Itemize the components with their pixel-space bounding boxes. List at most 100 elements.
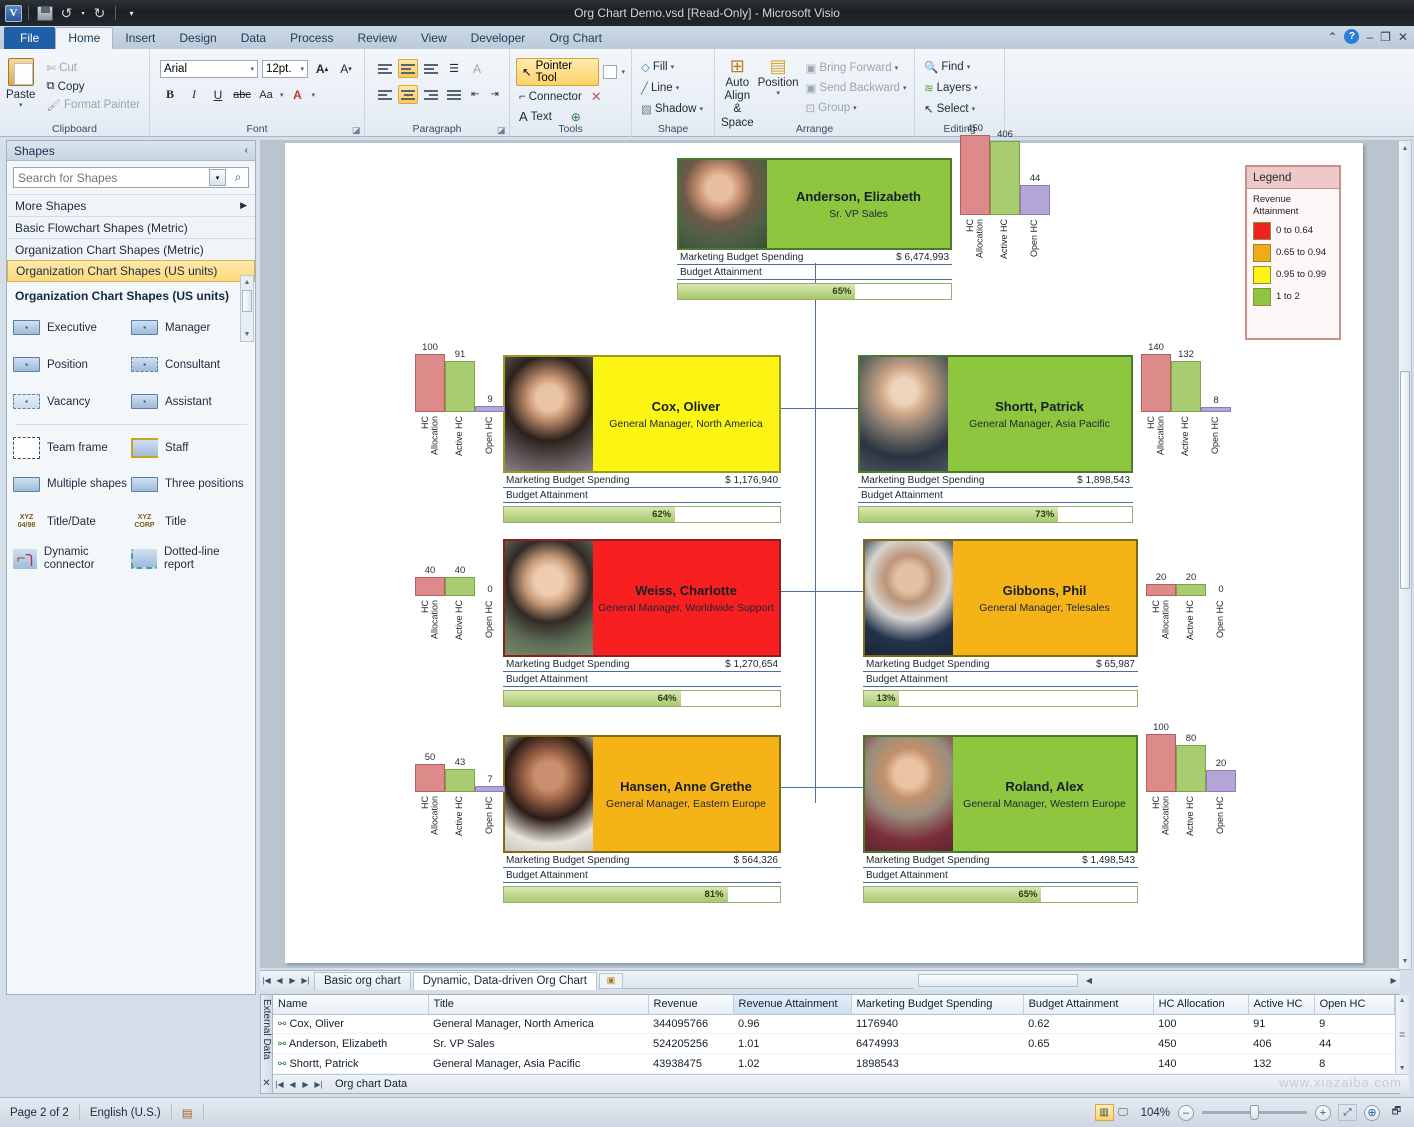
chevron-down-icon[interactable]: ▾ — [621, 68, 625, 76]
page-tabs-bar[interactable]: |◀ ◀ ▶ ▶| Basic org chart Dynamic, Data-… — [260, 970, 1400, 990]
external-data-tab[interactable]: External Data ✕ — [261, 995, 273, 1093]
chevron-down-icon[interactable]: ▾ — [974, 84, 978, 92]
ribbon-tabs[interactable]: File Home Insert Design Data Process Rev… — [0, 26, 1414, 49]
stencil-org-chart-us-units[interactable]: Organization Chart Shapes (US units) — [7, 260, 255, 282]
font-size-select[interactable]: 12pt. ▾ — [262, 60, 308, 78]
col-header-title[interactable]: Title — [428, 995, 648, 1014]
page-tab-basic-org-chart[interactable]: Basic org chart — [314, 972, 411, 990]
shape-staff[interactable]: Staff — [131, 429, 249, 466]
format-painter-button[interactable]: 🖌 Format Painter — [43, 97, 143, 113]
external-data-panel[interactable]: External Data ✕ Name Title Revenue Reven… — [260, 994, 1400, 1094]
tab-review[interactable]: Review — [345, 28, 408, 49]
window-icon[interactable]: 🗗 — [1387, 1104, 1406, 1121]
col-header-active-hc[interactable]: Active HC — [1248, 995, 1314, 1014]
chevron-down-icon[interactable]: ▾ — [671, 63, 675, 71]
scroll-left-icon[interactable]: ◀ — [1082, 976, 1095, 985]
table-row[interactable]: ⚯ Anderson, Elizabeth Sr. VP Sales 52420… — [273, 1034, 1394, 1054]
data-sheet-tab[interactable]: Org chart Data — [325, 1078, 417, 1090]
tab-org-chart[interactable]: Org Chart — [537, 28, 614, 49]
org-node-anderson[interactable]: Anderson, Elizabeth Sr. VP Sales Marketi… — [677, 158, 952, 300]
legend[interactable]: Legend Revenue Attainment 0 to 0.64 0.65… — [1245, 165, 1341, 340]
scroll-down-icon[interactable]: ▼ — [241, 328, 253, 341]
shape-manager[interactable]: ▪ Manager — [131, 309, 249, 346]
tab-process[interactable]: Process — [278, 28, 345, 49]
line-button[interactable]: ╱ Line ▾ — [638, 80, 708, 96]
view-normal-icon[interactable]: ▥ — [1095, 1104, 1114, 1121]
org-node-card[interactable]: Shortt, Patrick General Manager, Asia Pa… — [858, 355, 1133, 473]
align-right-button[interactable] — [421, 85, 441, 104]
window-controls[interactable]: ⌃ ? – ❐ ✕ — [1327, 29, 1408, 44]
macro-icon[interactable]: ▤ — [172, 1104, 204, 1121]
connection-point-icon[interactable]: ⊕ — [571, 110, 581, 124]
fit-page-icon[interactable]: ⤢ — [1338, 1104, 1357, 1121]
chevron-down-icon[interactable]: ▾ — [967, 63, 971, 71]
pan-zoom-icon[interactable]: ⊕ — [1364, 1105, 1380, 1121]
chevron-down-icon[interactable]: ▾ — [853, 104, 857, 112]
align-left-button[interactable] — [375, 85, 395, 104]
scroll-down-icon[interactable]: ▼ — [1399, 1065, 1406, 1072]
chevron-down-icon[interactable]: ▾ — [903, 84, 907, 92]
align-top-button[interactable] — [375, 59, 395, 78]
copy-button[interactable]: ⧉ Copy — [43, 79, 143, 94]
text-effects-button[interactable]: A — [467, 59, 487, 78]
status-language[interactable]: English (U.S.) — [80, 1104, 172, 1121]
org-node-card[interactable]: Roland, Alex General Manager, Western Eu… — [863, 735, 1138, 853]
table-row[interactable]: ⚯ Shortt, Patrick General Manager, Asia … — [273, 1054, 1394, 1074]
shape-dynamic-connector[interactable]: ⌐ך Dynamic connector — [13, 540, 131, 577]
delete-icon[interactable]: ✕ — [591, 89, 602, 105]
scrollbar-thumb[interactable]: ≣ — [1399, 1030, 1406, 1039]
last-page-icon[interactable]: ▶| — [299, 976, 312, 985]
pointer-tool-button[interactable]: ↖ Pointer Tool — [516, 58, 599, 86]
col-header-revenue[interactable]: Revenue — [648, 995, 733, 1014]
shape-consultant[interactable]: ▪ Consultant — [131, 346, 249, 383]
shape-three-positions[interactable]: Three positions — [131, 466, 249, 503]
org-node-roland[interactable]: Roland, Alex General Manager, Western Eu… — [863, 735, 1138, 903]
strikethrough-button[interactable]: abc — [232, 85, 252, 104]
shape-position[interactable]: ▪ Position — [13, 346, 131, 383]
external-data-grid[interactable]: Name Title Revenue Revenue Attainment Ma… — [273, 995, 1395, 1074]
group-button[interactable]: ⊡ Group ▾ — [803, 100, 910, 116]
last-record-icon[interactable]: ▶| — [312, 1080, 325, 1089]
shape-title-date[interactable]: XYZ 04/98 Title/Date — [13, 503, 131, 540]
zoom-slider[interactable] — [1202, 1111, 1307, 1114]
col-header-hc-allocation[interactable]: HC Allocation — [1153, 995, 1248, 1014]
shape-assistant[interactable]: ▪ Assistant — [131, 383, 249, 420]
decrease-indent-button[interactable]: ⇤ — [467, 85, 484, 104]
tab-file[interactable]: File — [4, 27, 55, 49]
tab-data[interactable]: Data — [229, 28, 278, 49]
chevron-right-icon[interactable]: ▶ — [240, 200, 247, 211]
grid-footer[interactable]: |◀ ◀ ▶ ▶| Org chart Data — [273, 1074, 1409, 1093]
shape-title[interactable]: XYZ CORP Title — [131, 503, 249, 540]
restore-icon[interactable]: ❐ — [1380, 30, 1391, 44]
send-backward-button[interactable]: ▣ Send Backward ▾ — [803, 80, 910, 96]
presentation-icon[interactable]: 🖵 — [1114, 1104, 1133, 1121]
org-node-hansen[interactable]: Hansen, Anne Grethe General Manager, Eas… — [503, 735, 781, 903]
search-input[interactable] — [14, 171, 209, 185]
scroll-up-icon[interactable]: ▲ — [1399, 142, 1411, 155]
bold-button[interactable]: B — [160, 85, 180, 104]
align-center-button[interactable] — [398, 85, 418, 104]
increase-indent-button[interactable]: ⇥ — [487, 85, 504, 104]
col-header-name[interactable]: Name — [273, 995, 428, 1014]
status-page-indicator[interactable]: Page 2 of 2 — [0, 1104, 80, 1121]
more-shapes-row[interactable]: More Shapes ▶ — [7, 194, 255, 216]
chevron-down-icon[interactable]: ▾ — [972, 105, 976, 113]
org-node-gibbons[interactable]: Gibbons, Phil General Manager, Telesales… — [863, 539, 1138, 707]
font-color-button[interactable]: A — [288, 85, 308, 104]
zoom-out-button[interactable]: – — [1178, 1105, 1194, 1121]
org-node-card[interactable]: Gibbons, Phil General Manager, Telesales — [863, 539, 1138, 657]
layers-button[interactable]: ≋ Layers ▾ — [921, 80, 998, 96]
shape-dotted-line-report[interactable]: Dotted-line report — [131, 540, 249, 577]
drawing-canvas[interactable]: Anderson, Elizabeth Sr. VP Sales Marketi… — [260, 140, 1400, 968]
align-bottom-button[interactable] — [421, 59, 441, 78]
page-tab-dynamic-data-driven[interactable]: Dynamic, Data-driven Org Chart — [413, 972, 597, 990]
scroll-right-icon[interactable]: ▶ — [1387, 976, 1400, 985]
scrollbar-thumb[interactable] — [242, 290, 252, 312]
scrollbar-thumb[interactable] — [1400, 371, 1410, 589]
first-page-icon[interactable]: |◀ — [260, 976, 273, 985]
org-node-shortt[interactable]: Shortt, Patrick General Manager, Asia Pa… — [858, 355, 1133, 523]
prev-record-icon[interactable]: ◀ — [286, 1080, 299, 1089]
stencil-basic-flowchart-metric[interactable]: Basic Flowchart Shapes (Metric) — [7, 216, 255, 238]
scroll-down-icon[interactable]: ▼ — [1399, 955, 1411, 968]
org-node-cox[interactable]: Cox, Oliver General Manager, North Ameri… — [503, 355, 781, 523]
